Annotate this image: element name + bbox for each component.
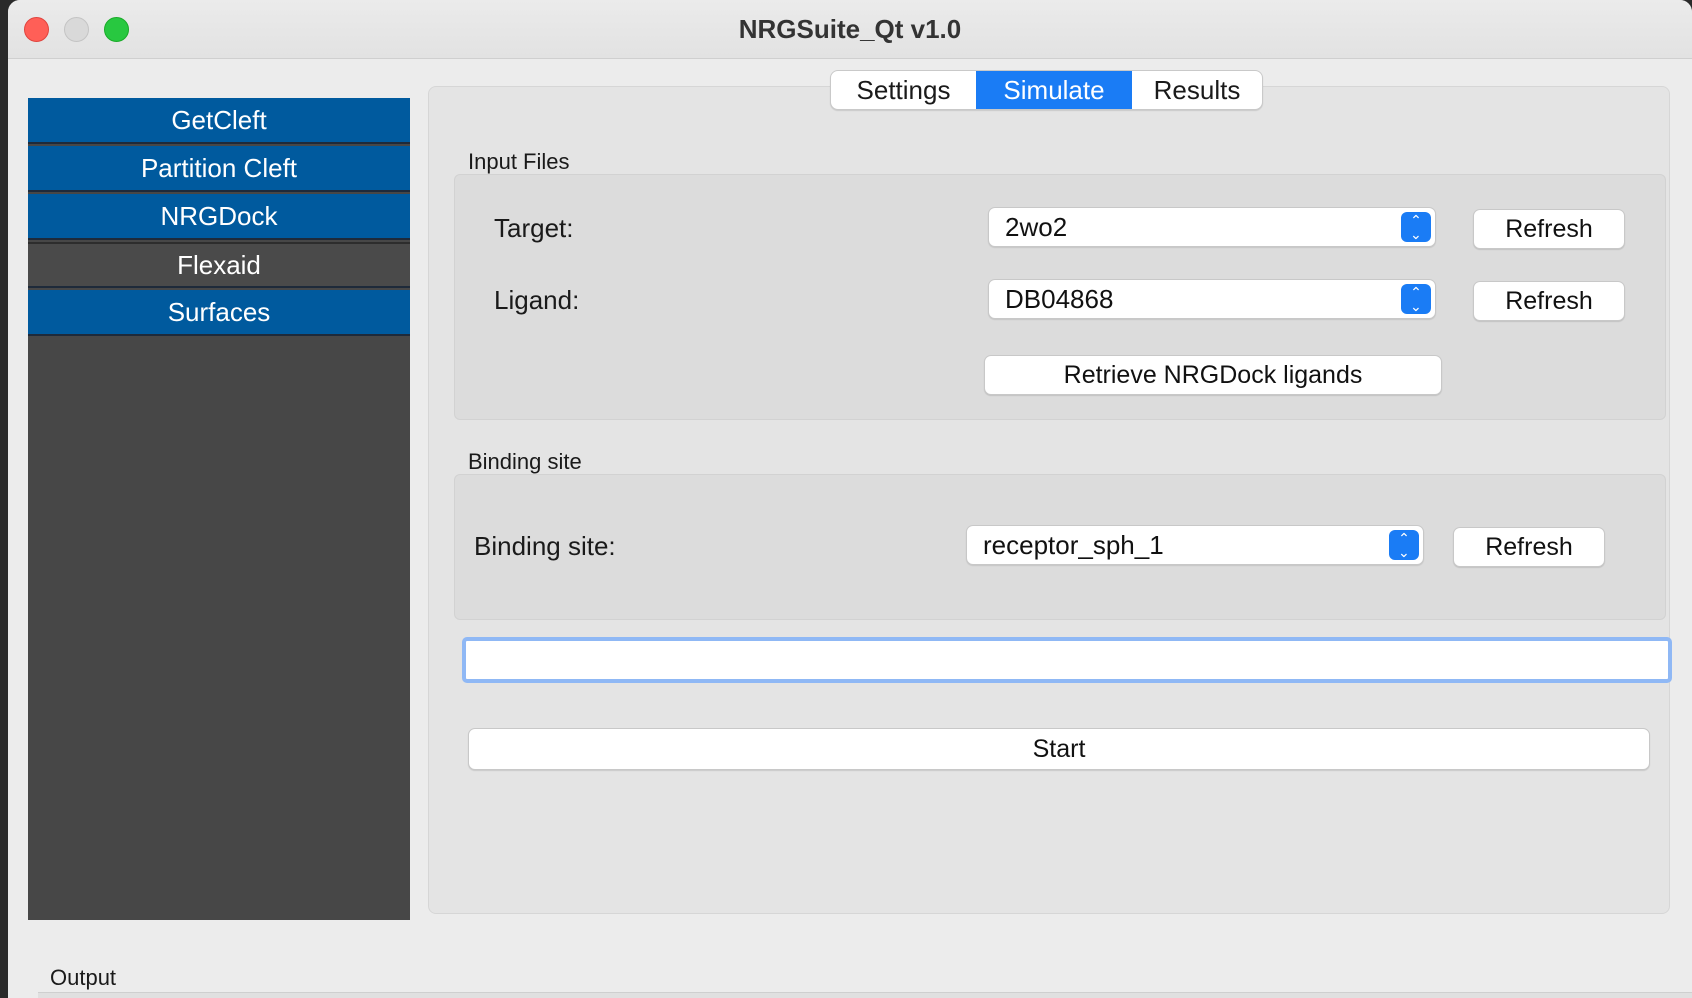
window-title: NRGSuite_Qt v1.0 (738, 14, 962, 44)
output-panel (38, 992, 1692, 998)
sidebar-item-partition-cleft[interactable]: Partition Cleft (28, 146, 410, 192)
target-select[interactable]: 2wo2 ⌃ ⌃ (988, 207, 1436, 247)
tab-simulate[interactable]: Simulate (976, 71, 1132, 109)
binding-site-refresh-button[interactable]: Refresh (1453, 527, 1605, 567)
ligand-select-value: DB04868 (1005, 283, 1114, 314)
binding-site-label: Binding site: (474, 531, 616, 561)
binding-site-select[interactable]: receptor_sph_1 ⌃ ⌃ (966, 525, 1424, 565)
title-bar: NRGSuite_Qt v1.0 (8, 0, 1692, 59)
sidebar-item-nrgdock[interactable]: NRGDock (28, 194, 410, 240)
ligand-label: Ligand: (494, 285, 580, 315)
sidebar-item-getcleft[interactable]: GetCleft (28, 98, 410, 144)
input-files-group-label: Input Files (468, 149, 570, 174)
chevron-up-down-icon: ⌃ ⌃ (1401, 284, 1431, 314)
start-button[interactable]: Start (468, 728, 1650, 770)
sidebar-item-flexaid[interactable]: Flexaid (28, 242, 410, 288)
tab-results[interactable]: Results (1132, 71, 1262, 109)
target-label: Target: (494, 213, 574, 243)
sidebar: GetCleft Partition Cleft NRGDock Flexaid… (28, 98, 410, 920)
retrieve-nrgdock-ligands-button[interactable]: Retrieve NRGDock ligands (984, 355, 1442, 395)
ligand-refresh-button[interactable]: Refresh (1473, 281, 1625, 321)
tab-bar: Settings Simulate Results (830, 70, 1263, 110)
output-label: Output (50, 965, 117, 990)
target-refresh-button[interactable]: Refresh (1473, 209, 1625, 249)
sidebar-item-surfaces[interactable]: Surfaces (28, 290, 410, 336)
binding-site-group-label: Binding site (468, 449, 582, 474)
chevron-up-down-icon: ⌃ ⌃ (1389, 530, 1419, 560)
binding-site-select-value: receptor_sph_1 (983, 529, 1164, 560)
app-window: NRGSuite_Qt v1.0 GetCleft Partition Clef… (8, 0, 1692, 998)
status-input[interactable] (462, 637, 1672, 683)
target-select-value: 2wo2 (1005, 211, 1068, 242)
chevron-up-down-icon: ⌃ ⌃ (1401, 212, 1431, 242)
tab-settings[interactable]: Settings (831, 71, 976, 109)
ligand-select[interactable]: DB04868 ⌃ ⌃ (988, 279, 1436, 319)
